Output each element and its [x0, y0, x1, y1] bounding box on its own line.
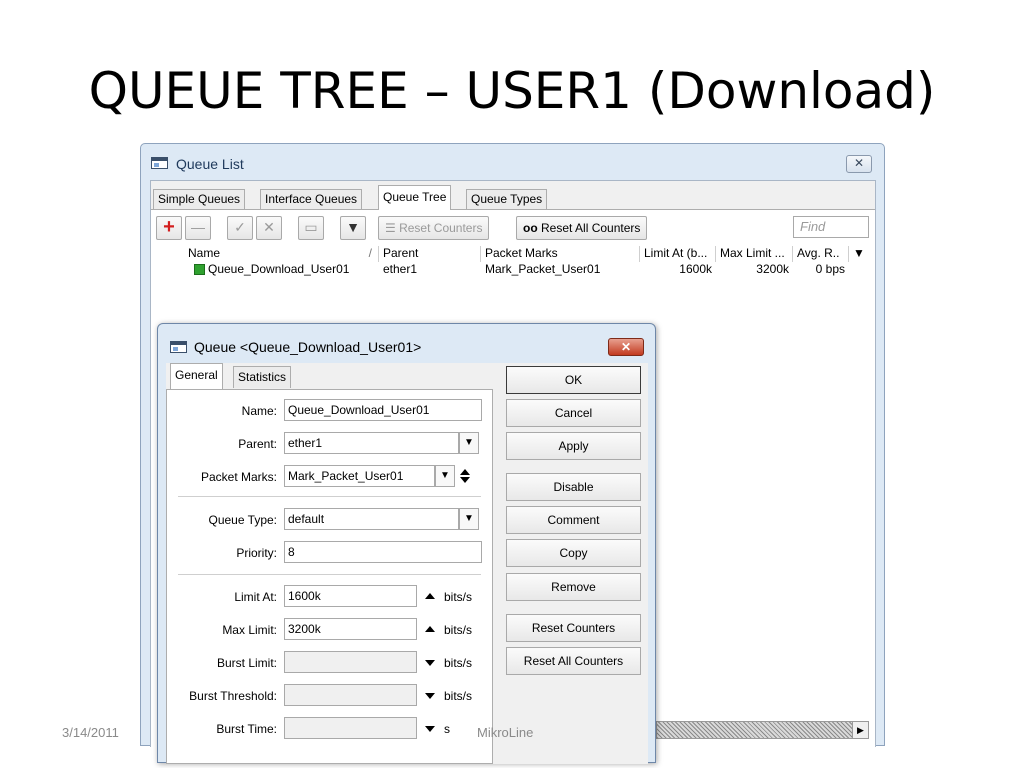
tab-queue-types[interactable]: Queue Types — [466, 189, 548, 210]
burst-limit-expand-icon[interactable] — [425, 660, 435, 666]
packet-marks-label: Packet Marks: — [200, 470, 277, 484]
apply-button[interactable]: Apply — [506, 432, 641, 460]
window-title: Queue List — [176, 156, 244, 172]
comment-button[interactable]: Comment — [506, 506, 641, 534]
queue-type-select[interactable]: default — [284, 508, 459, 530]
burst-threshold-unit: bits/s — [444, 689, 473, 703]
tab-interface-queues[interactable]: Interface Queues — [260, 189, 363, 210]
packet-marks-dropdown-icon[interactable]: ▼ — [435, 465, 455, 487]
reset-counters-button[interactable]: ☰ Reset Counters — [378, 216, 490, 240]
limit-at-label: Limit At: — [234, 590, 277, 604]
find-input[interactable]: Find — [793, 216, 869, 238]
slide-title: QUEUE TREE – USER1 (Download) — [88, 62, 936, 120]
dialog-icon — [170, 341, 187, 353]
tab-queue-tree[interactable]: Queue Tree — [378, 185, 452, 210]
queue-type-label: Queue Type: — [208, 513, 278, 527]
burst-threshold-expand-icon[interactable] — [425, 693, 435, 699]
window-icon — [151, 157, 168, 169]
sort-indicator-icon: / — [368, 246, 372, 260]
burst-threshold-label: Burst Threshold: — [189, 689, 277, 703]
comment-button[interactable]: ▭ — [298, 216, 324, 240]
dialog-title: Queue <Queue_Download_User01> — [194, 339, 422, 355]
filter-icon: ▼ — [346, 219, 360, 235]
packet-marks-updown-icon[interactable] — [459, 468, 471, 484]
burst-time-unit: s — [444, 722, 450, 736]
reset-all-counters-label: Reset All Counters — [541, 221, 641, 235]
col-packet-marks[interactable]: Packet Marks — [482, 246, 640, 262]
priority-input[interactable]: 8 — [284, 541, 482, 563]
list-icon: ☰ — [385, 221, 400, 235]
window-titlebar[interactable]: Queue List ✕ — [141, 144, 884, 180]
max-limit-label: Max Limit: — [222, 623, 277, 637]
queue-icon — [194, 264, 205, 275]
burst-threshold-input[interactable] — [284, 684, 417, 706]
col-parent[interactable]: Parent — [380, 246, 481, 262]
limit-at-unit: bits/s — [444, 590, 473, 604]
priority-label: Priority: — [236, 546, 277, 560]
slide-date: 3/14/2011 — [62, 725, 119, 740]
tab-statistics[interactable]: Statistics — [233, 366, 292, 388]
remove-button[interactable]: — — [185, 216, 211, 240]
col-max-limit[interactable]: Max Limit ... — [717, 246, 793, 262]
row-limit-at: 1600k — [679, 262, 712, 276]
row-packet-marks: Mark_Packet_User01 — [485, 262, 601, 276]
disable-button[interactable]: ✕ — [256, 216, 282, 240]
remove-button[interactable]: Remove — [506, 573, 641, 601]
burst-time-input[interactable] — [284, 717, 417, 739]
reset-all-counters-button[interactable]: oo Reset All Counters — [516, 216, 648, 240]
burst-limit-input[interactable] — [284, 651, 417, 673]
max-limit-unit: bits/s — [444, 623, 473, 637]
column-menu-icon[interactable]: ▼ — [850, 246, 870, 262]
row-parent: ether1 — [383, 262, 418, 276]
separator — [178, 574, 481, 575]
cancel-button[interactable]: Cancel — [506, 399, 641, 427]
separator — [178, 496, 481, 497]
tab-general[interactable]: General — [170, 363, 223, 389]
dialog-body: General Statistics Name: Queue_Download_… — [166, 363, 648, 764]
burst-time-label: Burst Time: — [216, 722, 277, 736]
row-avg-rate: 0 bps — [815, 262, 845, 276]
limit-at-input[interactable]: 1600k — [284, 585, 417, 607]
reset-all-counters-button[interactable]: Reset All Counters — [506, 647, 641, 675]
ok-button[interactable]: OK — [506, 366, 641, 394]
reset-counters-button[interactable]: Reset Counters — [506, 614, 641, 642]
scroll-right-icon[interactable]: ▶ — [852, 722, 868, 738]
disable-button[interactable]: Disable — [506, 473, 641, 501]
copy-button[interactable]: Copy — [506, 539, 641, 567]
horizontal-scrollbar[interactable]: ▶ — [656, 721, 869, 739]
queue-dialog: Queue <Queue_Download_User01> ✕ General … — [157, 323, 656, 764]
burst-limit-label: Burst Limit: — [216, 656, 277, 670]
name-label: Name: — [241, 404, 277, 418]
limit-at-expand-icon[interactable] — [425, 593, 435, 599]
max-limit-input[interactable]: 3200k — [284, 618, 417, 640]
row-max-limit: 3200k — [756, 262, 789, 276]
general-panel: Name: Queue_Download_User01 Parent: ethe… — [166, 389, 493, 764]
tab-simple-queues[interactable]: Simple Queues — [153, 189, 246, 210]
packet-marks-select[interactable]: Mark_Packet_User01 — [284, 465, 435, 487]
dialog-close-button[interactable]: ✕ — [608, 338, 644, 356]
parent-dropdown-icon[interactable]: ▼ — [459, 432, 479, 454]
oo-icon: oo — [523, 221, 538, 235]
max-limit-expand-icon[interactable] — [425, 626, 435, 632]
add-button[interactable]: + — [156, 216, 182, 240]
enable-button[interactable]: ✓ — [227, 216, 253, 240]
row-name: Queue_Download_User01 — [191, 262, 379, 278]
col-avg-rate[interactable]: Avg. R.. — [794, 246, 849, 262]
parent-label: Parent: — [238, 437, 277, 451]
window-close-button[interactable]: ✕ — [846, 155, 872, 173]
grid-header: Name / Parent Packet Marks Limit At (b..… — [151, 246, 875, 262]
slide-footer: MikroLine — [477, 725, 534, 740]
name-input[interactable]: Queue_Download_User01 — [284, 399, 482, 421]
burst-limit-unit: bits/s — [444, 656, 473, 670]
queue-type-dropdown-icon[interactable]: ▼ — [459, 508, 479, 530]
table-row[interactable]: Queue_Download_User01 ether1 Mark_Packet… — [151, 262, 875, 278]
col-limit-at[interactable]: Limit At (b... — [641, 246, 716, 262]
burst-time-expand-icon[interactable] — [425, 726, 435, 732]
col-name[interactable]: Name / — [185, 246, 379, 262]
parent-select[interactable]: ether1 — [284, 432, 459, 454]
reset-counters-label: Reset Counters — [399, 221, 483, 235]
filter-button[interactable]: ▼ — [340, 216, 366, 240]
